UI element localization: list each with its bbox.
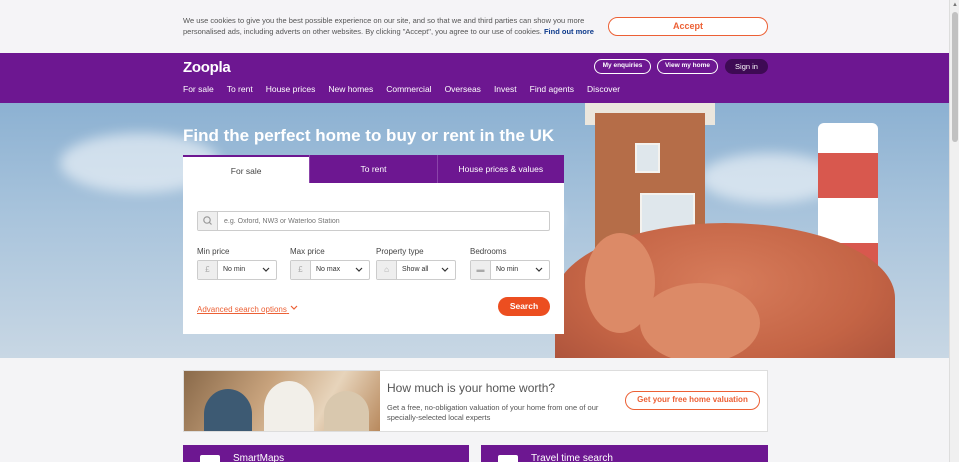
my-enquiries-button[interactable]: My enquiries (594, 59, 651, 74)
scroll-up-icon[interactable]: ▲ (952, 2, 958, 8)
pound-icon: £ (198, 261, 218, 279)
bed-icon: ▬ (471, 261, 491, 279)
free-valuation-button[interactable]: Get your free home valuation (625, 391, 760, 410)
chevron-down-icon (289, 305, 299, 314)
valuation-title: How much is your home worth? (387, 381, 556, 395)
chevron-down-icon (355, 264, 363, 278)
max-price-label: Max price (290, 247, 325, 256)
person (204, 389, 252, 431)
tab-for-sale[interactable]: For sale (183, 155, 310, 183)
chevron-down-icon (441, 264, 449, 278)
zoopla-logo[interactable]: Zoopla (183, 59, 231, 76)
bedrooms-label: Bedrooms (470, 247, 507, 256)
travel-time-title: Travel time search (531, 453, 613, 462)
house-window (635, 143, 660, 173)
property-type-value: Show all (402, 266, 429, 273)
advanced-search-link[interactable]: Advanced search options (197, 304, 299, 314)
sign-in-button[interactable]: Sign in (725, 59, 768, 74)
min-price-select[interactable]: £ No min (197, 260, 277, 280)
advanced-search-label: Advanced search options (197, 305, 287, 314)
nav-invest[interactable]: Invest (494, 84, 517, 94)
bedrooms-value: No min (496, 266, 519, 273)
tab-house-prices-values[interactable]: House prices & values (436, 155, 564, 183)
nav-for-sale[interactable]: For sale (183, 84, 214, 94)
cookie-message: We use cookies to give you the best poss… (183, 16, 585, 36)
valuation-description: Get a free, no-obligation valuation of y… (387, 403, 599, 422)
search-button[interactable]: Search (498, 297, 550, 316)
location-search-field (197, 211, 550, 231)
search-icon (198, 212, 218, 230)
clock-icon (498, 455, 518, 462)
travel-time-card[interactable]: Travel time search (481, 445, 768, 462)
pound-icon: £ (291, 261, 311, 279)
min-price-value: No min (223, 266, 246, 273)
hero-title: Find the perfect home to buy or rent in … (183, 126, 555, 145)
cookie-text: We use cookies to give you the best poss… (183, 15, 603, 37)
accept-cookies-button[interactable]: Accept (608, 17, 768, 36)
nav-to-rent[interactable]: To rent (227, 84, 253, 94)
smartmaps-title: SmartMaps (233, 453, 285, 462)
bedrooms-select[interactable]: ▬ No min (470, 260, 550, 280)
scrollbar[interactable]: ▲ (949, 0, 959, 462)
search-panel: Min price £ No min Max price £ No max Pr… (183, 183, 564, 334)
max-price-value: No max (316, 266, 341, 273)
nav-house-prices[interactable]: House prices (266, 84, 316, 94)
lighthouse-band (818, 153, 878, 198)
house-icon: ⌂ (377, 261, 397, 279)
crab-claw (640, 283, 760, 358)
nav-commercial[interactable]: Commercial (386, 84, 431, 94)
location-search-input[interactable] (224, 212, 544, 230)
main-nav: For sale To rent House prices New homes … (183, 84, 620, 94)
nav-find-agents[interactable]: Find agents (530, 84, 574, 94)
nav-overseas[interactable]: Overseas (445, 84, 481, 94)
property-type-select[interactable]: ⌂ Show all (376, 260, 456, 280)
chevron-down-icon (262, 264, 270, 278)
cookie-banner: We use cookies to give you the best poss… (0, 0, 949, 53)
site-header: Zoopla My enquiries View my home Sign in… (0, 53, 949, 103)
property-type-label: Property type (376, 247, 424, 256)
nav-new-homes[interactable]: New homes (328, 84, 373, 94)
map-icon (200, 455, 220, 462)
find-out-more-link[interactable]: Find out more (544, 27, 594, 36)
person (324, 391, 369, 431)
hero-banner: Find the perfect home to buy or rent in … (0, 103, 949, 358)
valuation-card: How much is your home worth? Get a free,… (183, 370, 768, 432)
scrollbar-thumb[interactable] (952, 12, 958, 142)
smartmaps-card[interactable]: SmartMaps (183, 445, 469, 462)
min-price-label: Min price (197, 247, 230, 256)
person (264, 381, 314, 431)
view-my-home-button[interactable]: View my home (657, 59, 718, 74)
chevron-down-icon (535, 264, 543, 278)
family-photo (184, 371, 380, 431)
max-price-select[interactable]: £ No max (290, 260, 370, 280)
nav-discover[interactable]: Discover (587, 84, 620, 94)
tab-to-rent[interactable]: To rent (309, 155, 437, 183)
search-tabs: For sale To rent House prices & values (183, 155, 564, 183)
